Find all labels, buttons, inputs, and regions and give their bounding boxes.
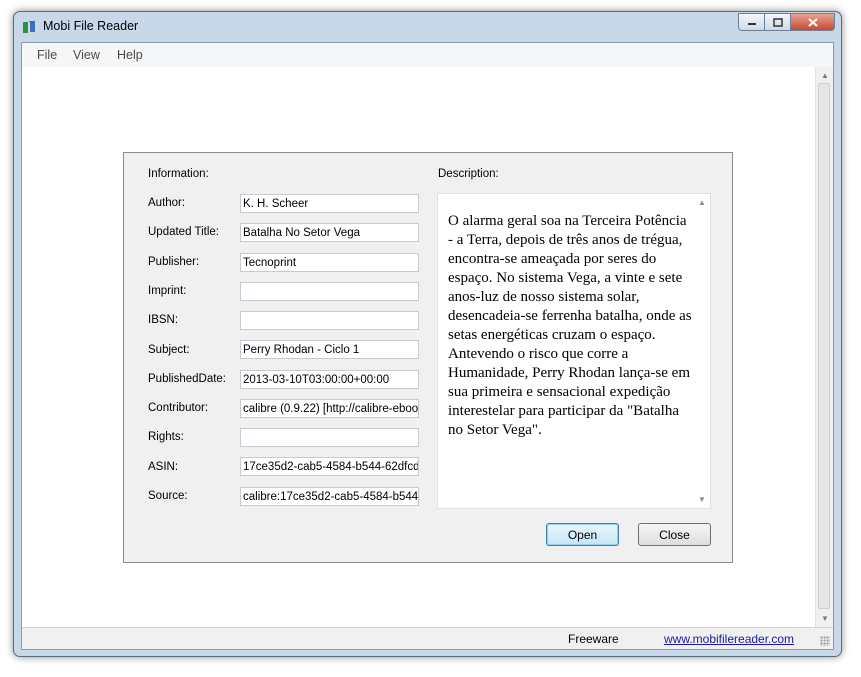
scrollbar-thumb[interactable] [818, 83, 830, 609]
website-link[interactable]: www.mobifilereader.com [664, 632, 794, 646]
main-content: Information: Description: Author: Update… [22, 67, 817, 627]
publisher-field[interactable] [240, 253, 419, 272]
description-label: Description: [438, 168, 499, 180]
author-label: Author: [148, 197, 186, 209]
close-button[interactable]: Close [638, 523, 711, 546]
publisher-label: Publisher: [148, 256, 200, 268]
title-bar[interactable]: Mobi File Reader [14, 12, 841, 42]
updated-title-field[interactable] [240, 223, 419, 242]
rights-field[interactable] [240, 428, 419, 447]
resize-grip-icon[interactable] [820, 636, 830, 646]
subject-label: Subject: [148, 344, 190, 356]
description-box[interactable]: O alarma geral soa na Terceira Potência … [437, 193, 711, 509]
published-date-field[interactable] [240, 370, 419, 389]
information-label: Information: [148, 168, 209, 180]
ibsn-field[interactable] [240, 311, 419, 330]
contributor-label: Contributor: [148, 402, 209, 414]
published-date-label: PublishedDate: [148, 373, 226, 385]
scroll-down-icon[interactable]: ▼ [698, 495, 706, 504]
source-label: Source: [148, 490, 188, 502]
menu-bar: File View Help [22, 43, 833, 67]
menu-file[interactable]: File [37, 48, 57, 62]
book-info-panel: Information: Description: Author: Update… [123, 152, 733, 563]
close-window-button[interactable] [791, 13, 835, 31]
open-button[interactable]: Open [546, 523, 619, 546]
description-text: O alarma geral soa na Terceira Potência … [448, 213, 692, 438]
app-window: Mobi File Reader File View Help Informat… [13, 11, 842, 657]
client-area: File View Help Information: Description:… [21, 42, 834, 650]
status-bar: Freeware www.mobifilereader.com [22, 627, 833, 649]
asin-field[interactable] [240, 457, 419, 476]
source-field[interactable] [240, 487, 419, 506]
rights-label: Rights: [148, 431, 184, 443]
description-scrollbar[interactable]: ▲ ▼ [694, 194, 710, 508]
asin-label: ASIN: [148, 461, 179, 473]
updated-title-label: Updated Title: [148, 226, 219, 238]
scroll-down-icon[interactable]: ▼ [821, 614, 829, 623]
scroll-up-icon[interactable]: ▲ [821, 71, 829, 80]
window-title: Mobi File Reader [43, 19, 139, 33]
menu-help[interactable]: Help [117, 48, 143, 62]
maximize-button[interactable] [765, 13, 791, 31]
author-field[interactable] [240, 194, 419, 213]
main-scrollbar[interactable]: ▲ ▼ [815, 67, 833, 627]
window-controls [738, 13, 835, 32]
maximize-icon [772, 17, 783, 27]
book-icon [23, 21, 35, 33]
freeware-label: Freeware [568, 632, 619, 646]
contributor-field[interactable] [240, 399, 419, 418]
imprint-label: Imprint: [148, 285, 187, 297]
menu-view[interactable]: View [73, 48, 100, 62]
minimize-button[interactable] [738, 13, 765, 31]
scroll-up-icon[interactable]: ▲ [698, 198, 706, 207]
ibsn-label: IBSN: [148, 314, 179, 326]
close-icon [807, 17, 818, 27]
minimize-icon [747, 23, 756, 25]
subject-field[interactable] [240, 340, 419, 359]
imprint-field[interactable] [240, 282, 419, 301]
